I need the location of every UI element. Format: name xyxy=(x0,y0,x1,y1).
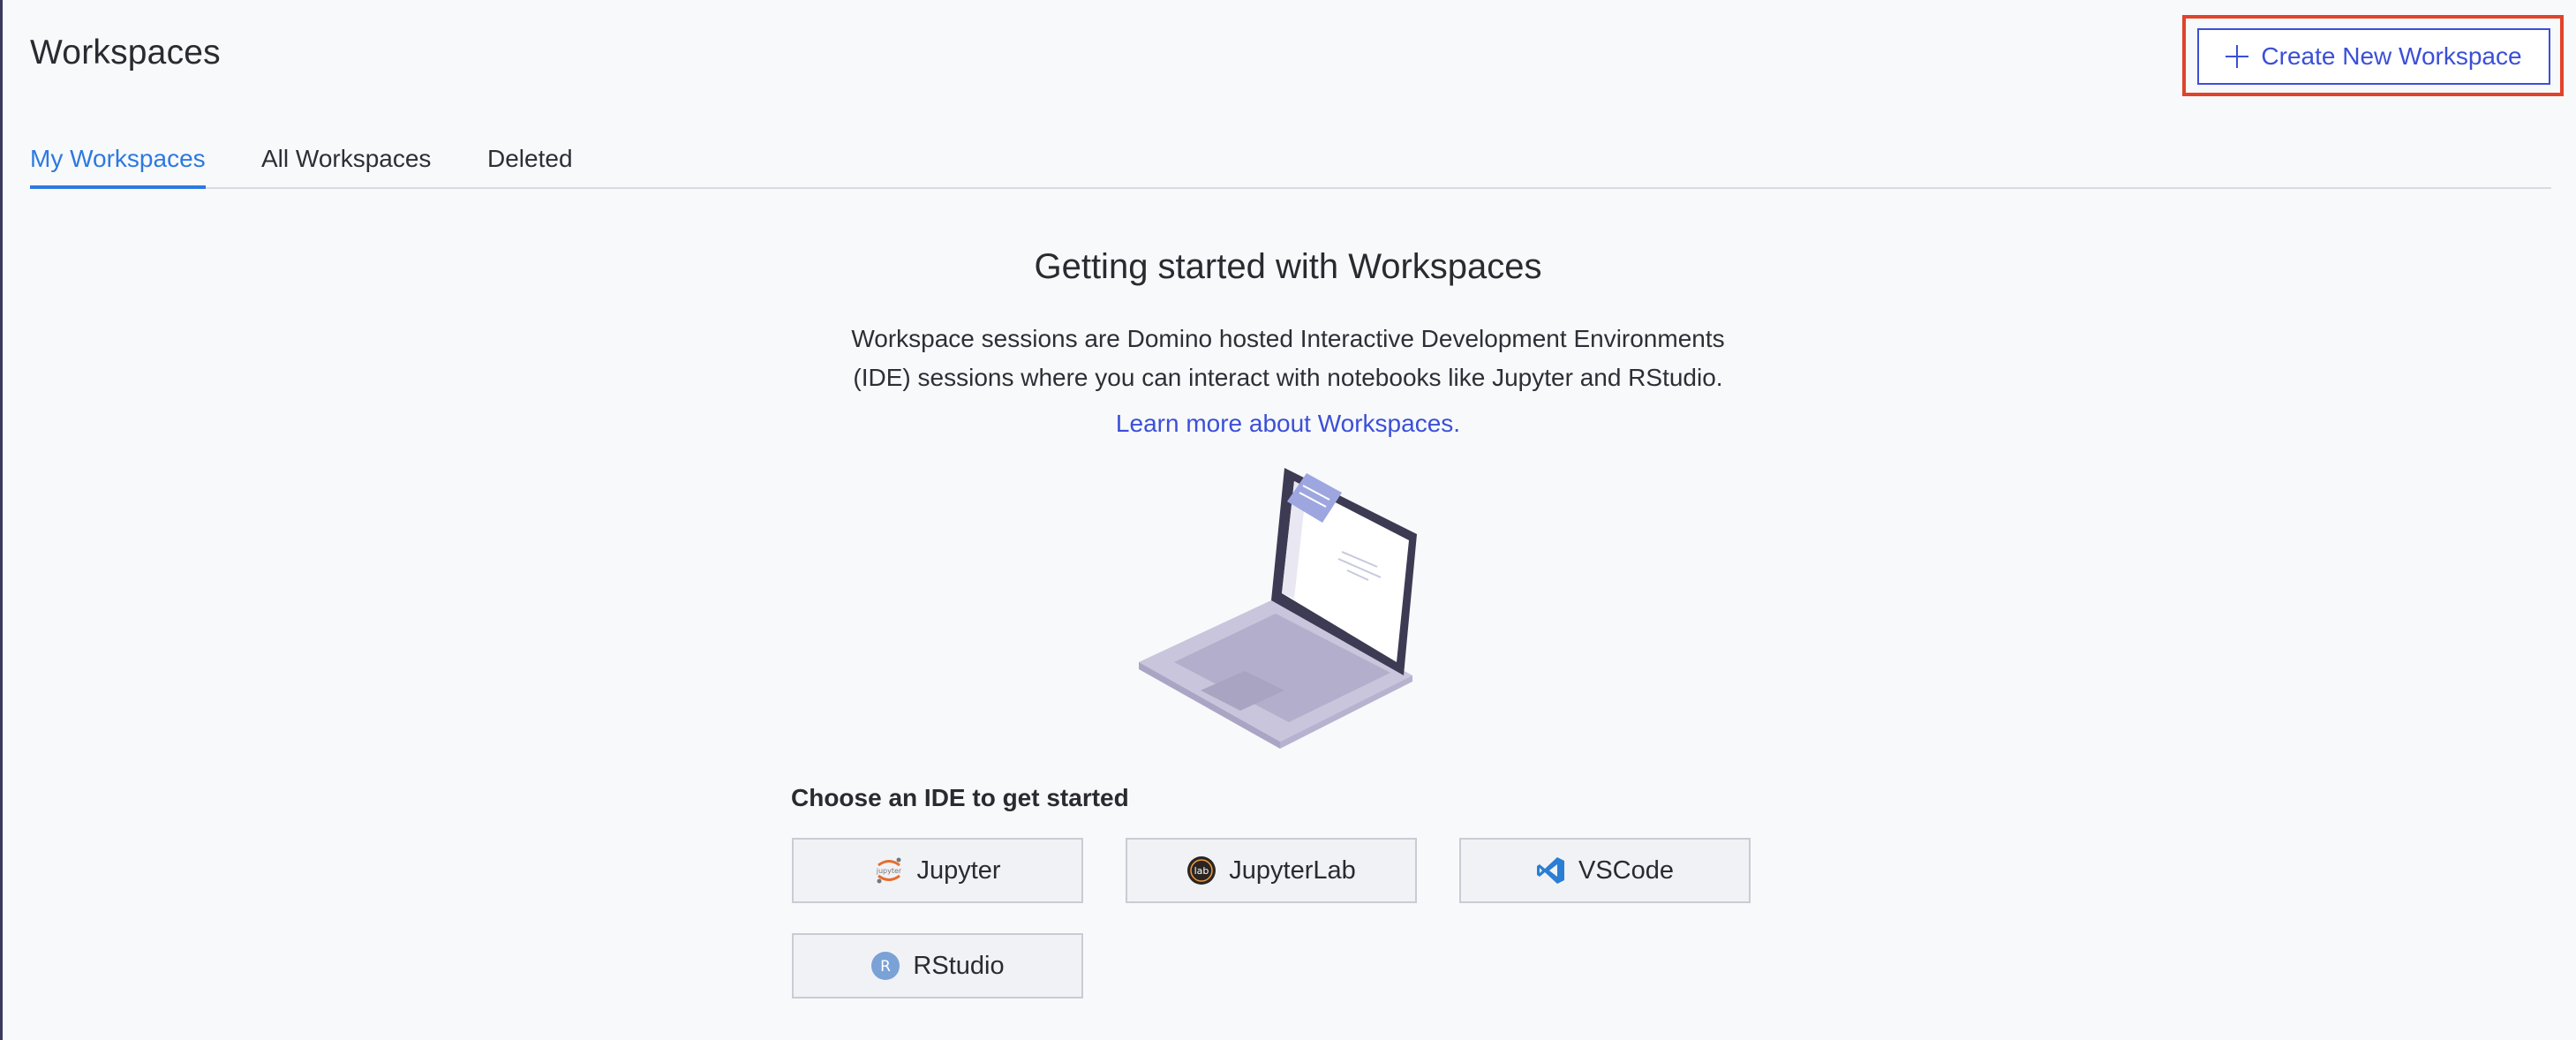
svg-text:jupyter: jupyter xyxy=(876,867,902,875)
plus-icon xyxy=(2226,45,2249,68)
ide-vscode-button[interactable]: VSCode xyxy=(1459,838,1751,903)
empty-state-title: Getting started with Workspaces xyxy=(1034,247,1542,286)
workspace-tabs: My Workspaces All Workspaces Deleted xyxy=(30,131,2551,189)
jupyter-icon: jupyter xyxy=(876,857,902,884)
ide-vscode-label: VSCode xyxy=(1578,855,1674,885)
rstudio-icon: R xyxy=(871,952,900,980)
learn-more-link[interactable]: Learn more about Workspaces. xyxy=(1116,410,1460,437)
tab-deleted[interactable]: Deleted xyxy=(487,145,573,185)
tab-my-workspaces[interactable]: My Workspaces xyxy=(30,145,206,189)
ide-jupyter-label: Jupyter xyxy=(916,855,1001,885)
create-new-workspace-button[interactable]: Create New Workspace xyxy=(2197,28,2550,85)
learn-more-container: Learn more about Workspaces. xyxy=(0,410,2576,438)
laptop-illustration xyxy=(1139,468,1417,749)
empty-state-description: Workspace sessions are Domino hosted Int… xyxy=(0,320,2576,397)
empty-state-description-line1: Workspace sessions are Domino hosted Int… xyxy=(851,325,1725,352)
empty-state-description-line2: (IDE) sessions where you can interact wi… xyxy=(853,364,1723,391)
tab-all-workspaces[interactable]: All Workspaces xyxy=(261,145,431,185)
ide-jupyterlab-button[interactable]: lab JupyterLab xyxy=(1126,838,1417,903)
ide-section-heading: Choose an IDE to get started xyxy=(791,784,1129,811)
page-title: Workspaces xyxy=(30,34,221,72)
ide-jupyterlab-label: JupyterLab xyxy=(1229,855,1356,885)
ide-rstudio-button[interactable]: R RStudio xyxy=(792,933,1083,999)
jupyterlab-icon: lab xyxy=(1187,856,1216,885)
vscode-icon xyxy=(1536,857,1564,884)
ide-jupyter-button[interactable]: jupyter Jupyter xyxy=(792,838,1083,903)
create-new-workspace-label: Create New Workspace xyxy=(2261,42,2522,70)
ide-rstudio-label: RStudio xyxy=(913,951,1005,980)
left-edge-rule xyxy=(0,0,3,1040)
jupyterlab-icon-text: lab xyxy=(1194,865,1209,877)
rstudio-icon-text: R xyxy=(881,958,892,976)
